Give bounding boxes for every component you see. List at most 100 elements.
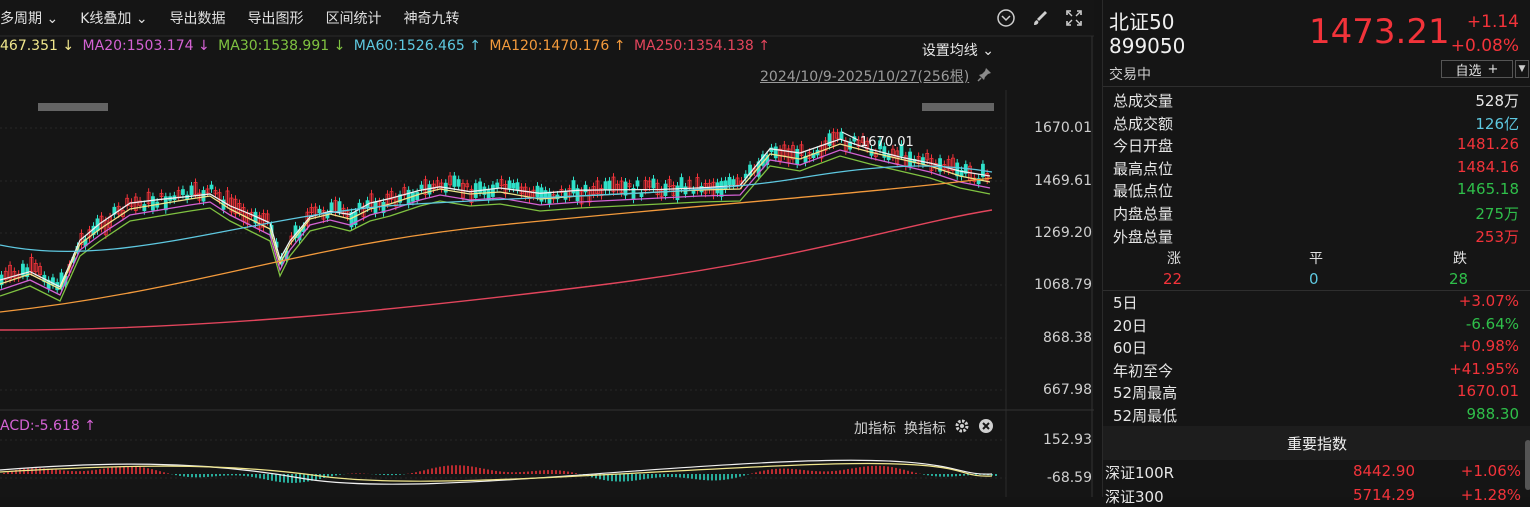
candle-body bbox=[963, 164, 968, 174]
divider bbox=[1103, 86, 1530, 87]
index-code: 899050 bbox=[1109, 34, 1186, 58]
swap-indicator-button[interactable]: 换指标 bbox=[904, 418, 946, 438]
candle-body bbox=[91, 225, 96, 235]
index-row[interactable]: 深证100R 8442.90 +1.06% bbox=[1105, 462, 1525, 483]
chevron-circle-icon[interactable] bbox=[996, 8, 1016, 28]
candle-body bbox=[938, 158, 942, 172]
candle-body bbox=[99, 215, 104, 229]
macd-value-label: ACD:-5.618 ↑ bbox=[0, 418, 96, 434]
candle-body bbox=[125, 197, 130, 206]
quote-panel: 北证50 899050 交易中 1473.21 +1.14 +0.08% 自选 … bbox=[1102, 0, 1530, 506]
add-watchlist-button[interactable]: 自选 + bbox=[1441, 60, 1513, 79]
divider bbox=[1103, 290, 1530, 291]
candle-body bbox=[827, 133, 832, 146]
candle-body bbox=[8, 264, 12, 280]
brush-icon[interactable] bbox=[1030, 8, 1050, 28]
candle-body bbox=[567, 188, 572, 198]
export-data-button[interactable]: 导出数据 bbox=[170, 8, 236, 28]
candle-body bbox=[159, 192, 164, 198]
candle-body bbox=[333, 200, 338, 213]
multi-period-menu[interactable]: 多周期 ⌄ bbox=[0, 8, 68, 28]
candle-body bbox=[819, 144, 824, 159]
candle-body bbox=[955, 162, 960, 177]
candle-body bbox=[163, 196, 168, 211]
export-chart-button[interactable]: 导出图形 bbox=[248, 8, 314, 28]
ma5-line bbox=[0, 138, 991, 288]
candle-body bbox=[695, 177, 700, 191]
candle-body bbox=[241, 207, 246, 222]
candle-body bbox=[329, 202, 334, 211]
close-icon[interactable] bbox=[978, 418, 994, 438]
candle-body bbox=[811, 153, 816, 159]
candle-body bbox=[21, 263, 25, 276]
stat-label: 内盘总量 bbox=[1113, 205, 1174, 223]
index-row-name: 深证100R bbox=[1105, 464, 1175, 482]
candle-body bbox=[981, 163, 985, 178]
candle-body bbox=[599, 188, 604, 197]
candle-body bbox=[683, 186, 688, 195]
candle-body bbox=[201, 190, 206, 202]
candle-body bbox=[865, 140, 870, 150]
period-row: 5日 +3.07% bbox=[1113, 292, 1519, 314]
stat-row: 总成交量 528万 bbox=[1113, 90, 1519, 112]
candle-body bbox=[305, 211, 310, 227]
candle-body bbox=[929, 157, 934, 172]
watchlist-label: 自选 bbox=[1455, 63, 1482, 79]
period-row: 年初至今 +41.95% bbox=[1113, 360, 1519, 382]
magic-nine-button[interactable]: 神奇九转 bbox=[404, 8, 470, 28]
important-index-title: 重要指数 bbox=[1103, 426, 1530, 460]
candle-body bbox=[142, 204, 147, 212]
candle-body bbox=[478, 181, 482, 193]
gear-icon[interactable] bbox=[954, 418, 970, 438]
candle-body bbox=[659, 189, 664, 198]
candle-body bbox=[595, 180, 600, 194]
candle-body bbox=[839, 131, 844, 140]
candle-body bbox=[373, 201, 378, 214]
fullscreen-icon[interactable] bbox=[1064, 8, 1084, 28]
candle-body bbox=[213, 190, 218, 195]
candle-body bbox=[301, 225, 306, 232]
candle-body bbox=[108, 216, 112, 228]
candle-body bbox=[799, 144, 804, 156]
add-indicator-button[interactable]: 加指标 bbox=[854, 418, 896, 438]
candle-body bbox=[67, 263, 72, 273]
candle-body bbox=[848, 141, 852, 150]
range-stats-button[interactable]: 区间统计 bbox=[326, 8, 392, 28]
candle-body bbox=[891, 148, 895, 158]
ma-setting-button[interactable]: 设置均线 ⌄ bbox=[922, 40, 994, 60]
candle-body bbox=[269, 225, 274, 237]
period-value: -6.64% bbox=[1465, 314, 1519, 333]
candle-body bbox=[591, 186, 596, 195]
kline-overlay-menu[interactable]: K线叠加 ⌄ bbox=[80, 8, 157, 28]
candle-body bbox=[559, 189, 564, 193]
candle-body bbox=[807, 151, 812, 160]
period-value: 1670.01 bbox=[1456, 382, 1519, 401]
ma10-value: 467.351 ↓ bbox=[0, 38, 75, 54]
period-label: 年初至今 bbox=[1113, 361, 1174, 380]
candle-body bbox=[667, 179, 672, 188]
candle-body bbox=[942, 164, 947, 171]
candle-body bbox=[903, 155, 908, 167]
chevron-down-icon[interactable]: ▼ bbox=[1515, 60, 1529, 78]
pin-icon[interactable] bbox=[977, 66, 993, 82]
candle-body bbox=[731, 179, 736, 186]
chart-toolbar: 多周期 ⌄ K线叠加 ⌄ 导出数据 导出图形 区间统计 神奇九转 bbox=[0, 0, 1094, 36]
candle-body bbox=[773, 146, 778, 159]
candle-body bbox=[691, 189, 696, 194]
candle-body bbox=[835, 132, 840, 139]
candle-body bbox=[699, 185, 704, 193]
candle-body bbox=[719, 181, 724, 197]
ma120-line bbox=[0, 177, 993, 313]
candle-body bbox=[627, 183, 632, 188]
candle-body bbox=[46, 279, 51, 289]
ma250-value: MA250:1354.138 ↑ bbox=[633, 38, 771, 54]
candle-body bbox=[611, 176, 616, 193]
candle-body bbox=[575, 188, 580, 202]
stat-row: 最高点位 1484.16 bbox=[1113, 158, 1519, 180]
candle-body bbox=[482, 186, 487, 195]
scrollbar[interactable] bbox=[1525, 440, 1530, 490]
ma20-value: MA20:1503.174 ↓ bbox=[82, 38, 210, 54]
date-range-label[interactable]: 2024/10/9-2025/10/27(256根) bbox=[760, 66, 969, 86]
candle-body bbox=[551, 194, 556, 200]
kline-chart-area[interactable]: 多周期 ⌄ K线叠加 ⌄ 导出数据 导出图形 区间统计 神奇九转 467.351… bbox=[0, 0, 1094, 497]
